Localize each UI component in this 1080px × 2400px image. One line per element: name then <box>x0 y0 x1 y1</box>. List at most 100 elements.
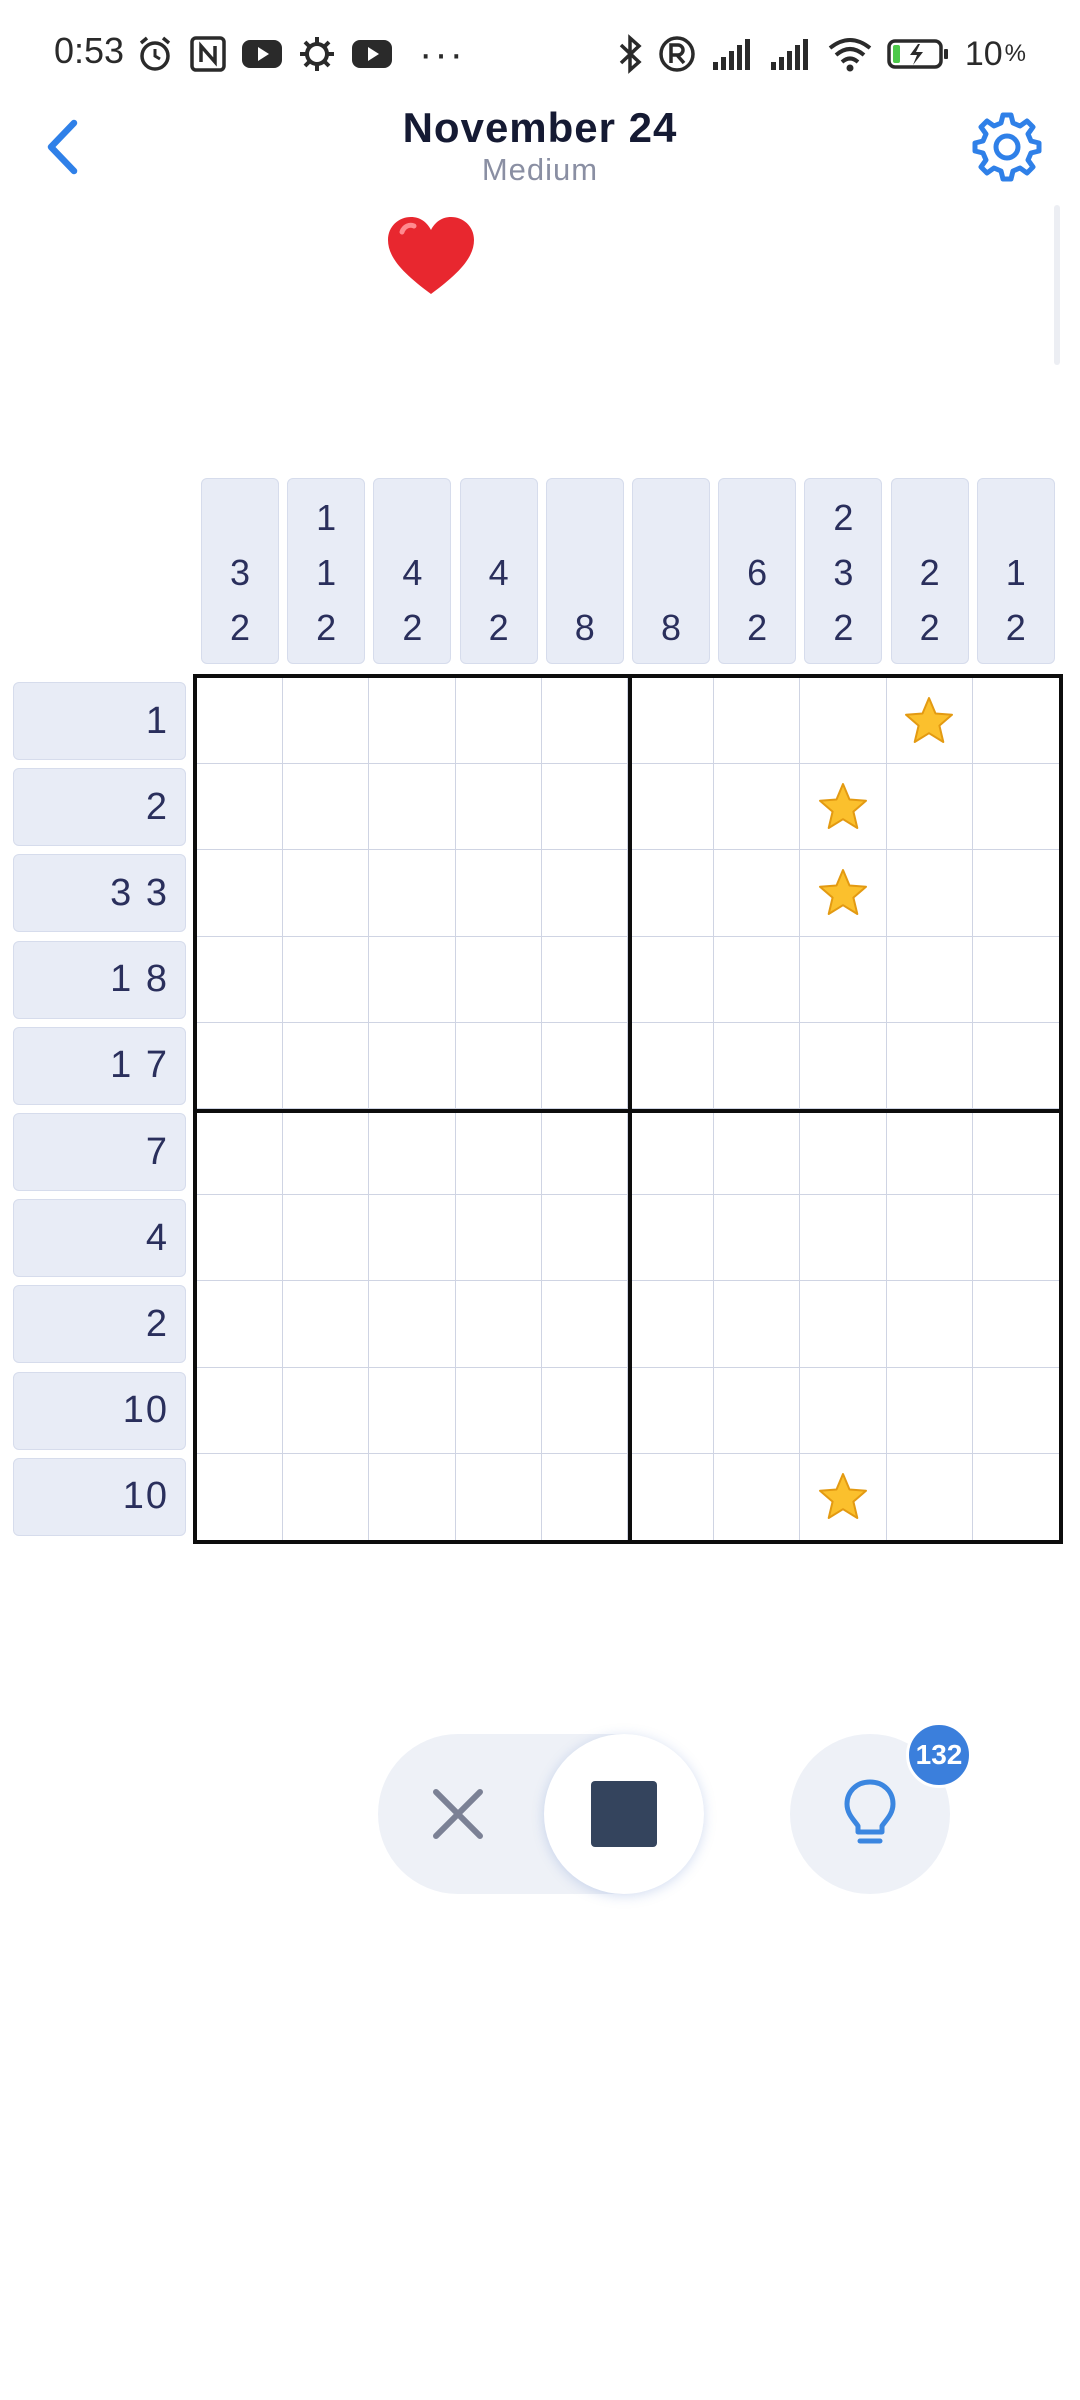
row-clue[interactable]: 3 3 <box>13 854 186 933</box>
grid-cell[interactable] <box>714 1453 801 1540</box>
grid-cell[interactable] <box>197 1453 284 1540</box>
cross-mode-button[interactable] <box>418 1774 498 1854</box>
grid-cell[interactable] <box>714 1022 801 1109</box>
grid-cell[interactable] <box>886 936 973 1023</box>
row-clue[interactable]: 1 8 <box>13 940 186 1019</box>
grid-cell[interactable] <box>369 678 456 765</box>
grid-cell[interactable] <box>541 1281 628 1368</box>
grid-cell[interactable] <box>541 764 628 851</box>
row-clue[interactable]: 10 <box>13 1371 186 1450</box>
grid-cell[interactable] <box>972 1368 1059 1454</box>
grid-cell[interactable] <box>369 936 456 1023</box>
row-clue[interactable]: 1 7 <box>13 1026 186 1105</box>
grid-cell[interactable] <box>886 678 973 765</box>
grid-cell[interactable] <box>628 1367 715 1454</box>
grid-cell[interactable] <box>455 1281 542 1368</box>
grid-cell[interactable] <box>886 1109 973 1196</box>
grid-cell[interactable] <box>455 1367 542 1454</box>
grid-cell[interactable] <box>972 1195 1059 1282</box>
grid-cell[interactable] <box>886 1195 973 1282</box>
grid-cell[interactable] <box>541 678 628 765</box>
column-clue[interactable]: 1 1 2 <box>287 478 366 664</box>
grid-cell[interactable] <box>972 678 1059 765</box>
column-clue[interactable]: 32 <box>201 478 279 664</box>
grid-cell[interactable] <box>628 764 715 851</box>
column-clue[interactable]: 8 <box>632 478 710 664</box>
column-clue[interactable]: 62 <box>718 478 797 664</box>
grid-cell[interactable] <box>283 1281 370 1368</box>
grid-cell[interactable] <box>369 1453 456 1540</box>
grid-cell[interactable] <box>800 1109 887 1196</box>
grid-cell[interactable] <box>800 1367 887 1454</box>
row-clue[interactable]: 1 <box>13 682 186 760</box>
grid-cell[interactable] <box>628 936 715 1023</box>
grid-cell[interactable] <box>714 1109 801 1196</box>
grid-cell[interactable] <box>886 850 973 937</box>
row-clue[interactable]: 2 <box>13 768 186 847</box>
grid-cell[interactable] <box>369 1022 456 1109</box>
grid-cell[interactable] <box>628 1453 715 1540</box>
grid-cell[interactable] <box>972 1281 1059 1368</box>
grid-cell[interactable] <box>972 850 1059 937</box>
column-clue[interactable]: 12 <box>976 478 1055 664</box>
column-clue[interactable]: 42 <box>459 478 538 664</box>
row-clue[interactable]: 7 <box>13 1113 186 1191</box>
row-clue[interactable]: 10 <box>13 1457 186 1536</box>
grid-cell[interactable] <box>887 1453 973 1540</box>
grid-cell[interactable] <box>541 850 628 937</box>
grid-cell[interactable] <box>973 1454 1059 1540</box>
grid-cell[interactable] <box>197 850 284 937</box>
grid-cell[interactable] <box>283 678 370 765</box>
fill-mode-button[interactable] <box>544 1734 704 1894</box>
mode-toggle[interactable] <box>378 1734 704 1894</box>
grid-cell[interactable] <box>197 764 284 851</box>
grid-cell[interactable] <box>886 1367 973 1454</box>
grid-cell[interactable] <box>800 1281 887 1368</box>
grid-cell[interactable] <box>455 850 542 937</box>
grid-cell[interactable] <box>455 1022 542 1109</box>
grid-cell[interactable] <box>283 1453 370 1540</box>
column-clue[interactable]: 8 <box>545 478 624 664</box>
grid-cell[interactable] <box>283 850 370 937</box>
grid-cell[interactable] <box>456 1453 542 1540</box>
grid-cell[interactable] <box>197 936 284 1023</box>
grid-cell[interactable] <box>714 1195 801 1282</box>
column-clue[interactable]: 42 <box>373 478 452 664</box>
grid-cell[interactable] <box>541 1109 628 1196</box>
row-clue[interactable]: 2 <box>13 1285 186 1364</box>
grid-cell[interactable] <box>197 1195 284 1282</box>
grid-cell[interactable] <box>369 850 456 937</box>
grid-cell[interactable] <box>972 1109 1059 1196</box>
grid-cell[interactable] <box>197 1367 284 1454</box>
grid-cell[interactable] <box>542 1453 628 1540</box>
grid-cell[interactable] <box>886 1281 973 1368</box>
grid-cell[interactable] <box>541 1367 628 1454</box>
settings-button[interactable] <box>968 108 1046 186</box>
grid-cell[interactable] <box>197 1109 284 1196</box>
grid-cell[interactable] <box>714 1281 801 1368</box>
grid-cell[interactable] <box>455 1195 542 1282</box>
grid-cell[interactable] <box>541 1195 628 1282</box>
grid-cell[interactable] <box>800 1195 887 1282</box>
grid-cell[interactable] <box>197 678 284 765</box>
column-clue[interactable]: 22 <box>890 478 969 664</box>
grid-cell[interactable] <box>972 937 1059 1023</box>
grid-cell[interactable] <box>283 1109 370 1196</box>
grid-cell[interactable] <box>714 936 801 1023</box>
grid-cell[interactable] <box>455 678 542 765</box>
grid-cell[interactable] <box>800 678 887 765</box>
grid-cell[interactable] <box>714 850 801 937</box>
grid-cell[interactable] <box>283 936 370 1023</box>
grid-cell[interactable] <box>455 1109 542 1196</box>
grid-cell[interactable] <box>283 1195 370 1282</box>
grid-cell[interactable] <box>283 1022 370 1109</box>
grid-cell[interactable] <box>455 936 542 1023</box>
grid-cell[interactable] <box>197 1022 284 1109</box>
grid-cell[interactable] <box>714 1367 801 1454</box>
grid-cell[interactable] <box>800 850 887 937</box>
grid-cell[interactable] <box>800 1022 887 1109</box>
grid-cell[interactable] <box>369 1195 456 1282</box>
grid-cell[interactable] <box>283 764 370 851</box>
grid-cell[interactable] <box>541 936 628 1023</box>
grid-cell[interactable] <box>972 764 1059 851</box>
